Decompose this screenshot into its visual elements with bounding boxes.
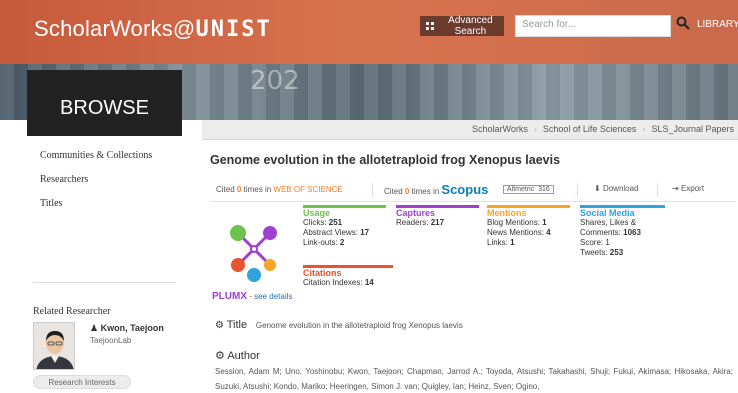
plumx-social-media[interactable]: Social Media Shares, Likes & Comments: 1… xyxy=(580,205,665,258)
search-input[interactable]: Search for... xyxy=(515,15,671,37)
see-details-link[interactable]: see details xyxy=(254,292,292,301)
title-value: Genome evolution in the allotetraploid f… xyxy=(255,321,463,330)
breadcrumb-separator: › xyxy=(642,124,646,134)
altmetric-badge[interactable]: Altmetric 316 xyxy=(503,184,554,194)
logo-text: ScholarWorks@ xyxy=(34,16,196,41)
divider xyxy=(33,282,176,283)
plumx-flower-icon xyxy=(230,225,277,282)
user-icon: ♟ xyxy=(90,323,99,333)
usage-abstract-views: Abstract Views: 17 xyxy=(303,228,370,237)
author-label: Author xyxy=(227,350,260,362)
logo-unist: UNIST xyxy=(195,17,272,42)
plumx-mentions[interactable]: Mentions Blog Mentions: 1 News Mentions:… xyxy=(487,205,570,248)
social-tweets: Tweets: 253 xyxy=(580,248,624,257)
sidebar-item-titles[interactable]: Titles xyxy=(40,198,152,209)
scopus-citation[interactable]: Cited 0 times in Scopus xyxy=(384,182,488,197)
plumx-widget: Usage Clicks: 251 Abstract Views: 17 Lin… xyxy=(210,203,665,302)
altmetric-label: Altmetric xyxy=(507,186,535,193)
researcher-lab[interactable]: TaejoonLab xyxy=(90,336,131,345)
plumx-footer: PLUMX - see details xyxy=(212,291,293,302)
research-interests-button[interactable]: Research Interests xyxy=(33,375,131,389)
mentions-bar xyxy=(487,205,570,208)
author-section: ⚙ Author xyxy=(215,349,260,362)
page-title: Genome evolution in the allotetraploid f… xyxy=(210,153,561,167)
wos-count: 0 xyxy=(236,185,242,194)
download-button[interactable]: ⬇ Download xyxy=(594,184,639,193)
social-score: Score: 1 xyxy=(580,238,610,247)
social-title: Social Media xyxy=(580,208,635,218)
plumx-usage[interactable]: Usage Clicks: 251 Abstract Views: 17 Lin… xyxy=(303,205,386,248)
social-bar xyxy=(580,205,665,208)
citations-bar xyxy=(303,265,393,268)
social-shares-label: Shares, Likes & xyxy=(580,218,637,227)
scopus-logo: Scopus xyxy=(441,182,489,197)
altmetric-score: 316 xyxy=(538,186,550,193)
plumx-logo: PLUMX xyxy=(212,291,247,302)
citations-indexes: Citation Indexes: 14 xyxy=(303,278,374,287)
sidebar-item-communities[interactable]: Communities & Collections xyxy=(40,150,152,161)
advanced-search-label: Advanced Search xyxy=(448,15,493,37)
breadcrumb-item[interactable]: SLS_Journal Papers xyxy=(651,124,734,134)
wos-prefix: Cited xyxy=(216,185,235,194)
breadcrumb-item[interactable]: School of Life Sciences xyxy=(543,124,637,134)
citation-bar: Cited 0 times in WEB OF SCIENCE Cited 0 … xyxy=(210,181,735,202)
site-logo[interactable]: ScholarWorks@UNIST xyxy=(34,16,272,42)
researcher-name-text: Kwon, Taejoon xyxy=(100,323,164,333)
wos-mid: times in xyxy=(243,185,272,194)
scopus-mid: times in xyxy=(411,187,440,196)
avatar[interactable] xyxy=(33,322,75,370)
download-icon: ⬇ xyxy=(594,184,601,193)
sidebar-item-researchers[interactable]: Researchers xyxy=(40,174,152,185)
download-label: Download xyxy=(602,184,639,193)
scopus-prefix: Cited xyxy=(384,187,403,196)
separator xyxy=(372,183,373,197)
breadcrumb-item[interactable]: ScholarWorks xyxy=(472,124,528,134)
breadcrumb: ScholarWorks › School of Life Sciences ›… xyxy=(472,124,734,134)
breadcrumb-separator: › xyxy=(533,124,537,134)
gear-icon: ⚙ xyxy=(215,320,224,331)
researcher-photo xyxy=(34,323,74,369)
breadcrumb-bar: ScholarWorks › School of Life Sciences ›… xyxy=(202,120,738,140)
scopus-count: 0 xyxy=(404,187,410,196)
author-list: Session, Adam M; Uno, Yoshinobu; Kwon, T… xyxy=(215,367,733,391)
browse-heading: BROWSE xyxy=(27,70,182,136)
sidebar-nav: Communities & Collections Researchers Ti… xyxy=(40,150,152,222)
export-label: Export xyxy=(680,184,705,193)
usage-title: Usage xyxy=(303,208,331,218)
export-icon: ⇥ xyxy=(672,184,679,193)
title-section: ⚙ Title Genome evolution in the allotetr… xyxy=(215,319,463,331)
plumx-citations[interactable]: Citations Citation Indexes: 14 xyxy=(303,265,393,288)
mentions-blog: Blog Mentions: 1 xyxy=(487,218,547,227)
citations-title: Citations xyxy=(303,268,342,278)
related-researcher-heading: Related Researcher xyxy=(33,306,111,317)
usage-bar xyxy=(303,205,386,208)
gear-icon: ⚙ xyxy=(215,350,225,362)
captures-title: Captures xyxy=(396,208,436,218)
grid-icon xyxy=(426,22,433,30)
library-link[interactable]: LIBRARY xyxy=(697,19,738,30)
separator xyxy=(657,183,658,197)
wos-logo: WEB OF SCIENCE xyxy=(273,185,343,194)
captures-bar xyxy=(396,205,479,208)
plumx-captures[interactable]: Captures Readers: 217 xyxy=(396,205,479,228)
mentions-title: Mentions xyxy=(487,208,527,218)
mentions-news: News Mentions: 4 xyxy=(487,228,551,237)
mentions-links: Links: 1 xyxy=(487,238,515,247)
export-button[interactable]: ⇥ Export xyxy=(672,184,704,193)
search-icon[interactable] xyxy=(676,16,690,30)
social-comments: Comments: 1063 xyxy=(580,228,641,237)
usage-clicks: Clicks: 251 xyxy=(303,218,343,227)
wos-citation[interactable]: Cited 0 times in WEB OF SCIENCE xyxy=(216,185,343,194)
usage-link-outs: Link-outs: 2 xyxy=(303,238,345,247)
banner-text: 202 xyxy=(250,66,300,96)
title-label: Title xyxy=(226,319,248,331)
captures-readers: Readers: 217 xyxy=(396,218,445,227)
top-header: ScholarWorks@UNIST Advanced Search Searc… xyxy=(0,0,738,64)
advanced-search-button[interactable]: Advanced Search xyxy=(420,15,504,37)
researcher-name[interactable]: ♟ Kwon, Taejoon xyxy=(90,323,164,334)
separator xyxy=(577,183,578,197)
